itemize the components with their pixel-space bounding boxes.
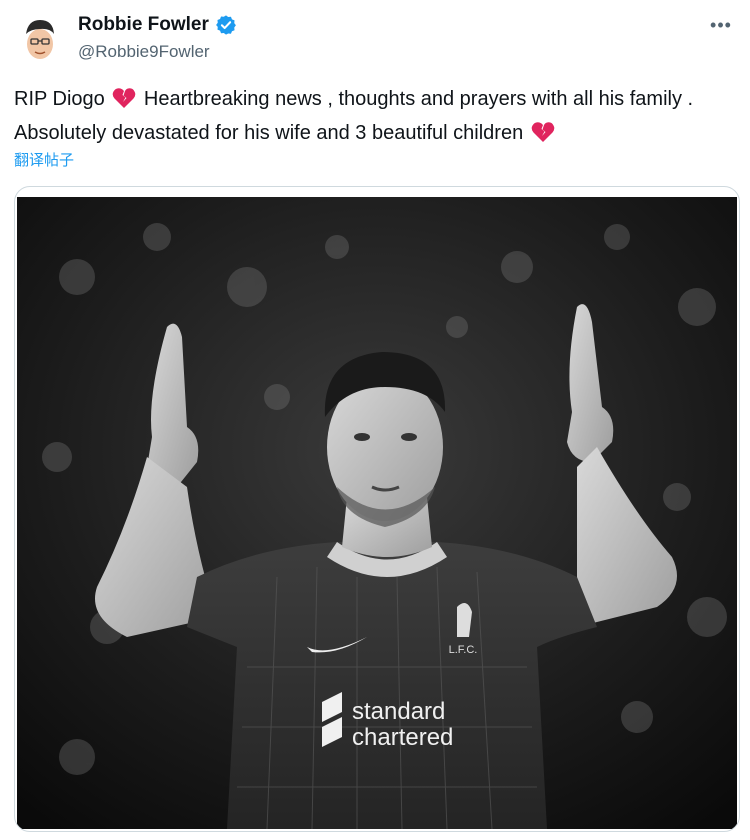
tweet-text: RIP Diogo Heartbreaking news , thoughts … [14,84,734,152]
sponsor-line-1: standard [352,698,445,725]
tweet-text-part-1: RIP Diogo [14,88,105,110]
broken-heart-icon [112,87,136,118]
author-name-row: Robbie Fowler [78,14,237,36]
tweet-photo[interactable]: L.F.C. standard chartered [17,197,737,829]
sponsor-line-2: chartered [352,724,453,751]
avatar[interactable] [14,12,66,64]
player-photo-illustration: L.F.C. standard chartered [17,197,737,829]
more-icon: ••• [710,15,732,35]
author-handle[interactable]: @Robbie9Fowler [78,42,210,62]
translate-post-link[interactable]: 翻译帖子 [14,149,74,170]
broken-heart-icon [531,121,555,152]
media-card[interactable]: L.F.C. standard chartered [14,186,740,832]
author-display-name[interactable]: Robbie Fowler [78,14,209,36]
verified-badge-icon [215,14,237,36]
tweet-card: Robbie Fowler @Robbie9Fowler ••• RIP Dio… [0,0,750,840]
crest-text: L.F.C. [449,644,478,656]
more-options-button[interactable]: ••• [706,12,736,38]
